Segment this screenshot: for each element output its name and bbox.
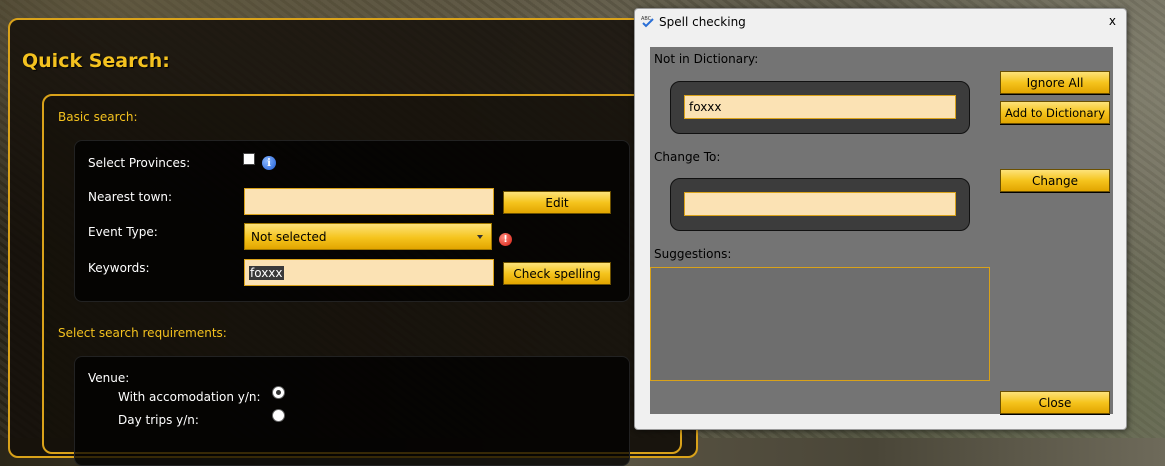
spell-check-icon: ABC — [641, 16, 654, 28]
page-title: Quick Search: — [22, 50, 170, 72]
basic-search-label: Basic search: — [58, 110, 138, 124]
spell-checking-dialog: ABC Spell checking x Not in Dictionary: … — [634, 8, 1127, 430]
not-in-dictionary-input[interactable]: foxxx — [684, 95, 956, 119]
event-type-selected-value: Not selected — [251, 229, 327, 244]
not-in-dictionary-label: Not in Dictionary: — [654, 52, 759, 66]
not-in-dictionary-frame: foxxx — [670, 81, 970, 134]
basic-search-form: Select Provinces: i Nearest town: Edit E… — [74, 140, 630, 302]
with-accomodation-radio[interactable] — [272, 386, 285, 399]
dialog-title: Spell checking — [659, 15, 746, 29]
error-icon: ! — [499, 233, 512, 246]
event-type-select[interactable]: Not selected — [244, 223, 492, 250]
day-trips-label: Day trips y/n: — [118, 413, 199, 427]
dialog-body: Not in Dictionary: foxxx Change To: Sugg… — [650, 47, 1113, 414]
select-provinces-checkbox[interactable] — [243, 153, 255, 165]
add-to-dictionary-button[interactable]: Add to Dictionary — [1000, 101, 1110, 124]
change-to-label: Change To: — [654, 150, 721, 164]
day-trips-radio[interactable] — [272, 409, 285, 422]
keywords-label: Keywords: — [88, 261, 150, 275]
suggestions-label: Suggestions: — [654, 247, 732, 261]
keywords-selected-text: foxxx — [249, 265, 284, 280]
change-to-input[interactable] — [684, 192, 956, 216]
basic-search-group: Basic search: Select Provinces: i Neares… — [42, 94, 682, 466]
close-button[interactable]: Close — [1000, 391, 1110, 414]
quick-search-panel: Quick Search: Basic search: Select Provi… — [8, 18, 698, 466]
info-icon[interactable]: i — [262, 156, 276, 170]
search-requirements-label: Select search requirements: — [58, 326, 227, 340]
event-type-label: Event Type: — [88, 225, 158, 239]
venue-label: Venue: — [88, 371, 130, 385]
dialog-titlebar[interactable]: ABC Spell checking x — [635, 9, 1126, 35]
change-button[interactable]: Change — [1000, 169, 1110, 192]
nearest-town-input[interactable] — [244, 188, 494, 215]
keywords-input[interactable]: foxxx — [244, 259, 494, 286]
close-icon[interactable]: x — [1109, 14, 1116, 28]
with-accomodation-label: With accomodation y/n: — [118, 390, 261, 404]
ignore-all-button[interactable]: Ignore All — [1000, 71, 1110, 94]
check-spelling-button[interactable]: Check spelling — [503, 262, 611, 285]
change-to-frame — [670, 178, 970, 231]
suggestions-list[interactable] — [650, 267, 990, 381]
chevron-down-icon — [477, 235, 483, 239]
nearest-town-label: Nearest town: — [88, 190, 173, 204]
search-requirements-form: Venue: With accomodation y/n: Day trips … — [74, 356, 630, 466]
select-provinces-label: Select Provinces: — [88, 156, 191, 170]
edit-button[interactable]: Edit — [503, 191, 611, 214]
